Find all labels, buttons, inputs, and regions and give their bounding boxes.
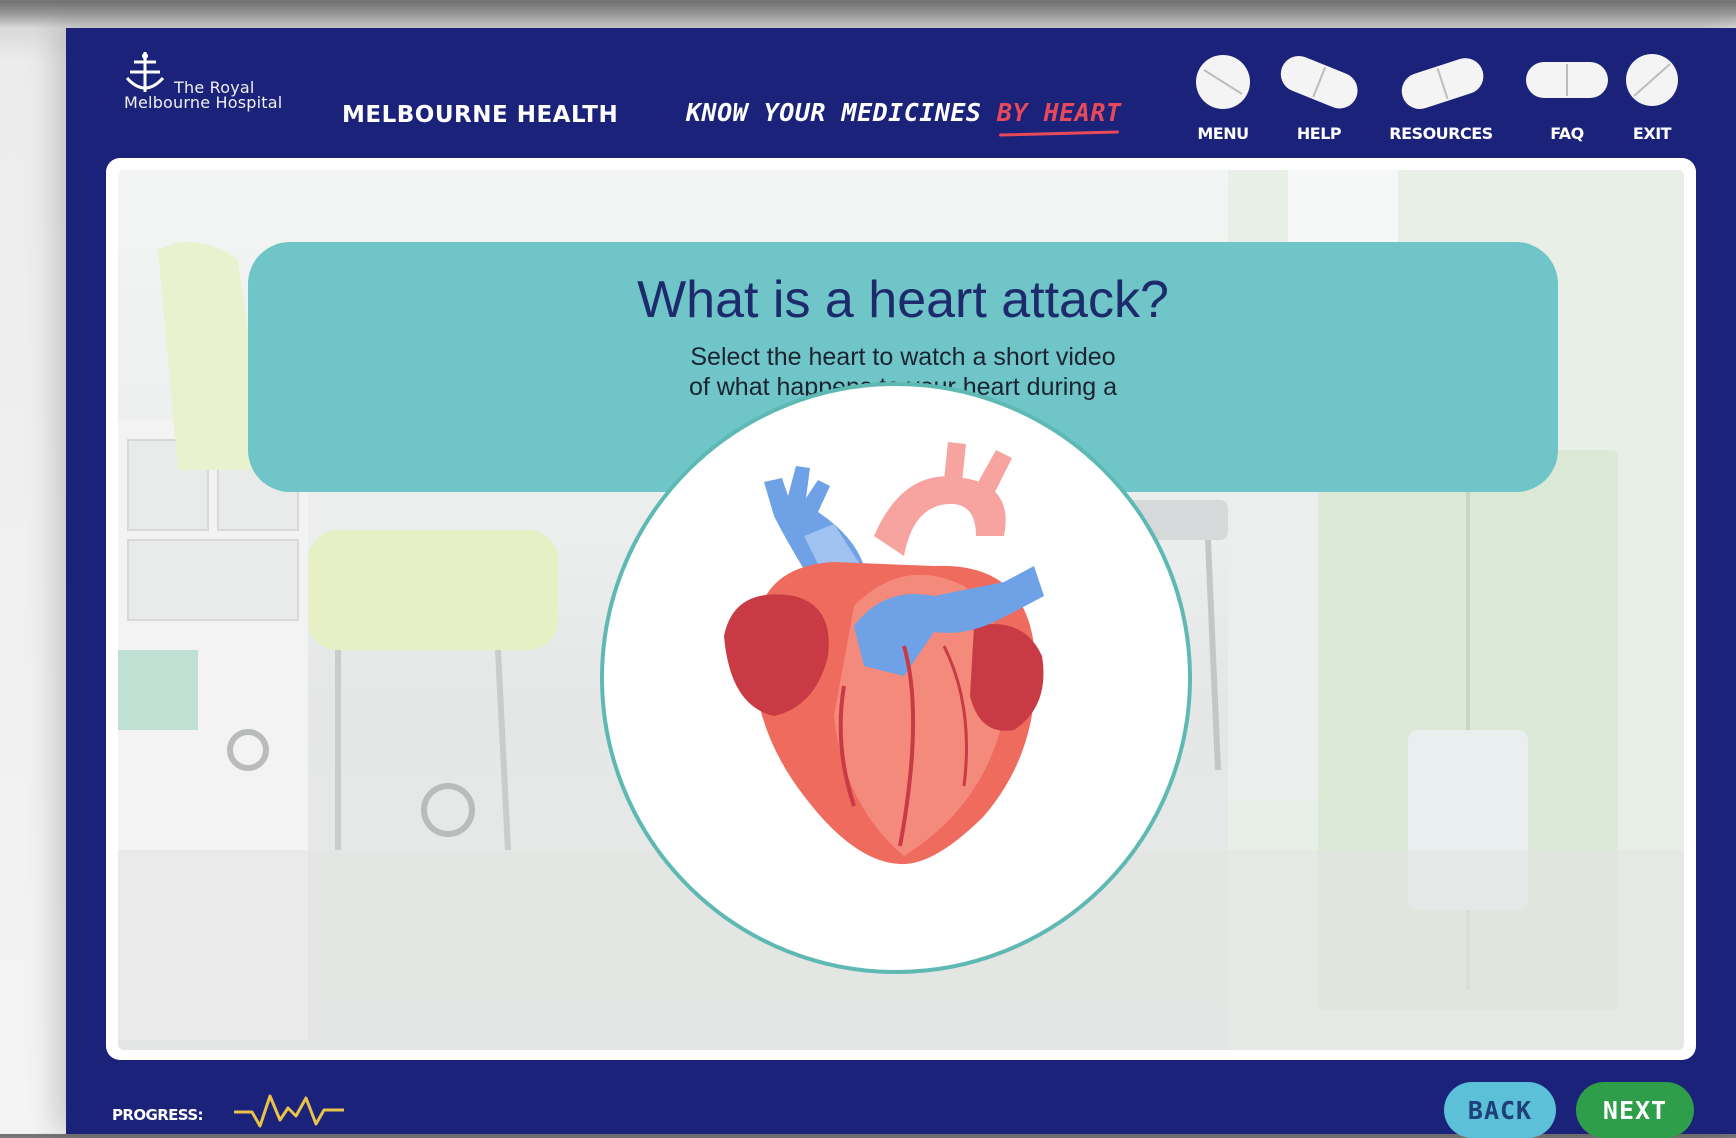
org-name: MELBOURNE HEALTH — [342, 102, 619, 128]
heart-video-button[interactable] — [600, 382, 1192, 974]
heartbeat-icon — [234, 1094, 344, 1128]
pill-capsule-icon — [1280, 55, 1358, 109]
menu-label: MENU — [1197, 124, 1249, 143]
content-area: What is a heart attack? Select the heart… — [106, 158, 1696, 1060]
course-title-main: KNOW YOUR MEDICINES — [686, 98, 998, 127]
resources-button[interactable]: RESOURCES — [1376, 50, 1506, 155]
app-frame: The Royal Melbourne Hospital MELBOURNE H… — [66, 28, 1736, 1138]
course-title-accent: BY HEART — [997, 98, 1122, 127]
heart-anatomy-icon — [724, 442, 1044, 865]
pill-capsule-icon — [1401, 58, 1484, 110]
help-button[interactable]: HELP — [1264, 50, 1374, 155]
pill-round-icon — [1196, 55, 1250, 109]
nav-bar: MENU HELP RESOURCES FAQ EXIT — [1176, 50, 1736, 160]
course-title: KNOW YOUR MEDICINES BY HEART — [686, 98, 1121, 127]
next-button[interactable]: NEXT — [1576, 1082, 1694, 1138]
back-button[interactable]: BACK — [1444, 1082, 1556, 1138]
logo-line-2: Melbourne Hospital — [124, 93, 283, 112]
pill-round-icon — [1626, 54, 1678, 106]
resources-label: RESOURCES — [1389, 124, 1493, 143]
hospital-logo: The Royal Melbourne Hospital — [122, 50, 302, 120]
exit-label: EXIT — [1632, 124, 1672, 143]
help-label: HELP — [1296, 124, 1342, 143]
page-title: What is a heart attack? — [637, 271, 1169, 329]
exit-button[interactable]: EXIT — [1604, 50, 1700, 155]
menu-button[interactable]: MENU — [1168, 50, 1278, 155]
progress-label: PROGRESS: — [112, 1106, 204, 1124]
